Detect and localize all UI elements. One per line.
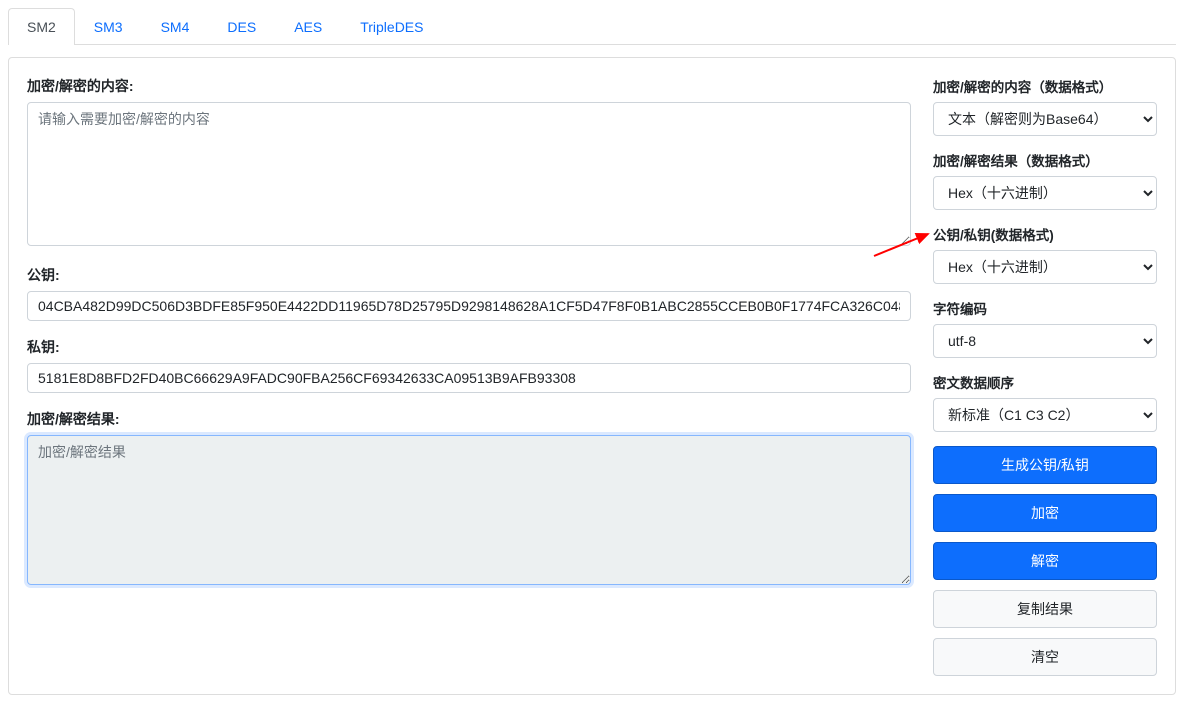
copy-result-button[interactable]: 复制结果	[933, 590, 1157, 628]
tab-sm2[interactable]: SM2	[8, 8, 75, 45]
tab-aes[interactable]: AES	[275, 8, 341, 45]
charset-select[interactable]: utf-8	[933, 324, 1157, 358]
content-format-label: 加密/解密的内容（数据格式）	[933, 76, 1157, 96]
content-format-select[interactable]: 文本（解密则为Base64）	[933, 102, 1157, 136]
left-column: 加密/解密的内容: 公钥: 私钥: 加密/解密结果:	[27, 76, 911, 676]
main-panel: 加密/解密的内容: 公钥: 私钥: 加密/解密结果: 加密/解密的内容（数据格式…	[8, 57, 1176, 695]
tab-tripledes[interactable]: TripleDES	[341, 8, 442, 45]
content-label: 加密/解密的内容:	[27, 76, 911, 96]
key-format-select[interactable]: Hex（十六进制）	[933, 250, 1157, 284]
right-column: 加密/解密的内容（数据格式） 文本（解密则为Base64） 加密/解密结果（数据…	[933, 76, 1157, 676]
tab-des[interactable]: DES	[208, 8, 275, 45]
clear-button[interactable]: 清空	[933, 638, 1157, 676]
cipher-order-select[interactable]: 新标准（C1 C3 C2）	[933, 398, 1157, 432]
tab-sm3[interactable]: SM3	[75, 8, 142, 45]
charset-label: 字符编码	[933, 298, 1157, 318]
pubkey-input[interactable]	[27, 291, 911, 321]
privkey-input[interactable]	[27, 363, 911, 393]
algorithm-tabs: SM2 SM3 SM4 DES AES TripleDES	[8, 8, 1176, 45]
result-label: 加密/解密结果:	[27, 409, 911, 429]
decrypt-button[interactable]: 解密	[933, 542, 1157, 580]
pubkey-label: 公钥:	[27, 265, 911, 285]
result-format-label: 加密/解密结果（数据格式）	[933, 150, 1157, 170]
result-format-select[interactable]: Hex（十六进制）	[933, 176, 1157, 210]
generate-key-button[interactable]: 生成公钥/私钥	[933, 446, 1157, 484]
content-input[interactable]	[27, 102, 911, 246]
privkey-label: 私钥:	[27, 337, 911, 357]
result-output[interactable]	[27, 435, 911, 585]
tab-sm4[interactable]: SM4	[142, 8, 209, 45]
key-format-label: 公钥/私钥(数据格式)	[933, 224, 1157, 244]
cipher-order-label: 密文数据顺序	[933, 372, 1157, 392]
encrypt-button[interactable]: 加密	[933, 494, 1157, 532]
